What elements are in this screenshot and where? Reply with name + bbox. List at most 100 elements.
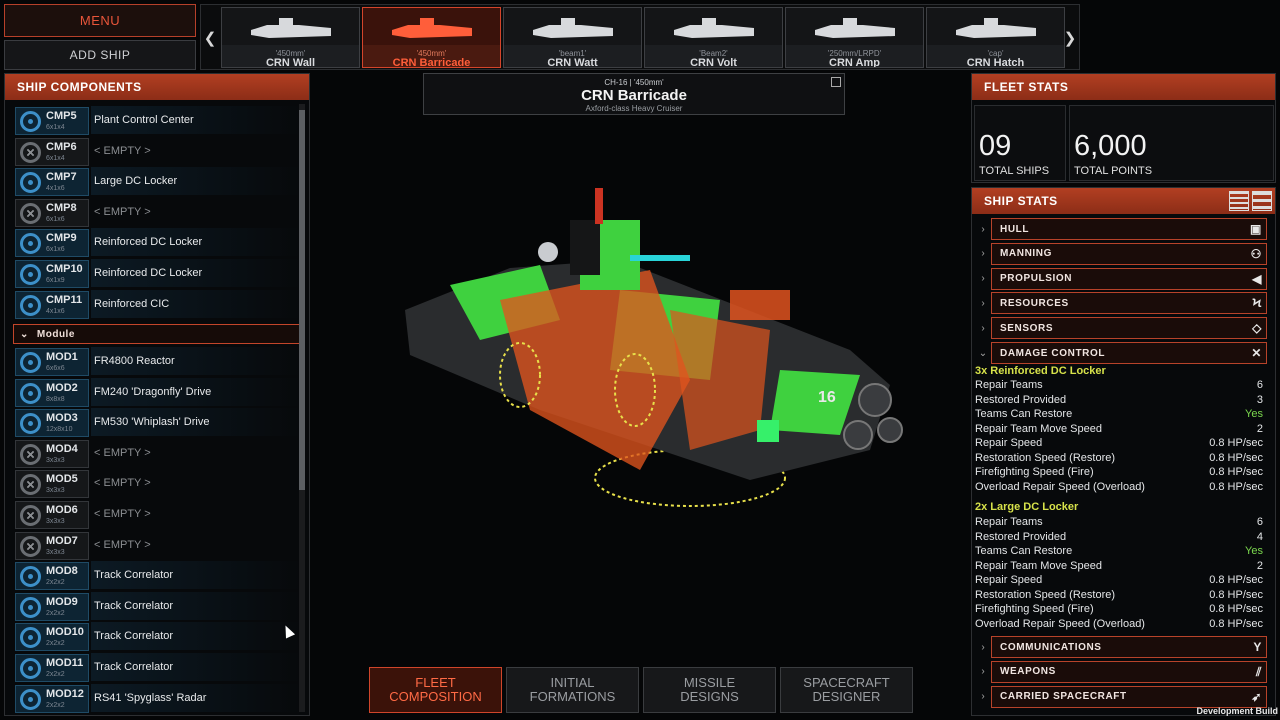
total-points-value: 6,000: [1074, 130, 1147, 162]
component-slot[interactable]: MOD6 3x3x3 < EMPTY >: [13, 500, 301, 529]
tab-initial[interactable]: INITIAL FORMATIONS: [506, 667, 639, 713]
component-slot[interactable]: MOD7 3x3x3 < EMPTY >: [13, 531, 301, 560]
component-slot[interactable]: CMP10 6x1x9 Reinforced DC Locker: [13, 259, 301, 288]
chevron-right-icon[interactable]: ›: [975, 642, 991, 653]
module-header-label: Module: [36, 328, 75, 340]
chevron-right-icon[interactable]: ›: [975, 248, 991, 259]
tab-missile[interactable]: MISSILE DESIGNS: [643, 667, 776, 713]
chevron-right-icon[interactable]: ›: [975, 273, 991, 284]
component-slot[interactable]: MOD9 2x2x2 Track Correlator: [13, 591, 301, 621]
category-bar[interactable]: Weapons ⫽: [991, 660, 1267, 683]
ship-card[interactable]: '250mm/LRPD' CRN Amp: [785, 7, 924, 68]
stat-key: Overload Repair Speed (Overload): [975, 480, 1145, 493]
stat-row: Restoration Speed (Restore) 0.8 HP/sec: [975, 452, 1263, 466]
slot-size: 12x8x10: [46, 426, 73, 434]
ship-3d-view[interactable]: 16: [390, 180, 910, 520]
slot-name: < EMPTY >: [94, 508, 151, 520]
ship-card[interactable]: '450mm' CRN Barricade: [362, 7, 501, 68]
scroll-right-arrow-icon[interactable]: ❯: [1061, 5, 1079, 71]
stat-category[interactable]: ⌄ Damage Control ✕: [975, 342, 1267, 364]
fleet-stats-panel: FLEET STATS 09 TOTAL SHIPS 6,000 TOTAL P…: [971, 73, 1276, 183]
ship-info-box: CH-16 | '450mm' CRN Barricade Axford-cla…: [423, 73, 845, 115]
add-ship-button[interactable]: ADD SHIP: [4, 40, 196, 70]
chevron-right-icon[interactable]: ›: [975, 298, 991, 309]
list-view-icon[interactable]: [1229, 191, 1249, 211]
category-bar[interactable]: Manning ⚇: [991, 242, 1267, 265]
scrollbar-thumb[interactable]: [299, 110, 305, 490]
slot-size: 6x1x6: [46, 246, 65, 254]
component-slot[interactable]: CMP6 6x1x4 < EMPTY >: [13, 137, 301, 166]
stat-value: 0.8 HP/sec: [1209, 617, 1263, 630]
popout-icon[interactable]: [831, 77, 841, 87]
component-slot[interactable]: MOD3 12x8x10 FM530 'Whiplash' Drive: [13, 408, 301, 438]
component-slot[interactable]: CMP11 4x1x6 Reinforced CIC: [13, 289, 301, 319]
ship-card[interactable]: '450mm' CRN Wall: [221, 7, 360, 68]
stat-category[interactable]: › Hull ▣: [975, 218, 1267, 240]
ship-card[interactable]: 'cap' CRN Hatch: [926, 7, 1065, 68]
tab-fleet[interactable]: FLEET COMPOSITION: [369, 667, 502, 713]
ship-card-name: CRN Volt: [690, 57, 737, 68]
chevron-right-icon[interactable]: ›: [975, 666, 991, 677]
slot-badge: CMP7 4x1x6: [15, 168, 89, 197]
component-slot[interactable]: MOD10 2x2x2 Track Correlator: [13, 622, 301, 652]
chevron-right-icon[interactable]: ›: [975, 691, 991, 702]
category-bar[interactable]: Hull ▣: [991, 218, 1267, 240]
dev-build-label: Development Build: [1196, 706, 1278, 716]
slot-size: 2x2x2: [46, 701, 65, 709]
component-slot[interactable]: MOD2 8x8x8 FM240 'Dragonfly' Drive: [13, 377, 301, 407]
tab-spacecraft[interactable]: SPACECRAFT DESIGNER: [780, 667, 913, 713]
components-scrollbar[interactable]: [299, 104, 305, 712]
stat-key: Repair Team Move Speed: [975, 422, 1102, 435]
stat-category[interactable]: › Propulsion ◀: [975, 267, 1267, 290]
ship-card[interactable]: 'Beam2' CRN Volt: [644, 7, 783, 68]
component-slot[interactable]: MOD4 3x3x3 < EMPTY >: [13, 439, 301, 468]
component-slot[interactable]: MOD1 6x6x6 FR4800 Reactor: [13, 347, 301, 376]
chevron-right-icon[interactable]: ›: [975, 224, 991, 235]
component-slot[interactable]: MOD11 2x2x2 Track Correlator: [13, 653, 301, 682]
category-bar[interactable]: Carried Spacecraft ➶: [991, 685, 1267, 708]
ship-stats-header: SHIP STATS: [972, 188, 1275, 214]
category-bar[interactable]: Sensors ◇: [991, 317, 1267, 340]
category-bar[interactable]: Propulsion ◀: [991, 267, 1267, 290]
component-slot[interactable]: MOD8 2x2x2 Track Correlator: [13, 561, 301, 591]
component-slot[interactable]: CMP5 6x1x4 Plant Control Center: [13, 106, 301, 135]
component-slot[interactable]: CMP9 6x1x6 Reinforced DC Locker: [13, 228, 301, 258]
slot-code: MOD3: [46, 412, 78, 425]
stat-category[interactable]: › Sensors ◇: [975, 317, 1267, 340]
slot-code: MOD9: [46, 595, 78, 608]
ship-card[interactable]: 'beam1' CRN Watt: [503, 7, 642, 68]
ship-components-panel: SHIP COMPONENTS CMP5 6x1x4 Plant Control C…: [4, 73, 310, 716]
component-icon: [20, 627, 41, 649]
stat-value: 2: [1256, 559, 1263, 572]
component-slot[interactable]: CMP8 6x1x6 < EMPTY >: [13, 198, 301, 227]
stat-category[interactable]: › Resources ϟ: [975, 292, 1267, 315]
slot-code: MOD11: [46, 657, 84, 669]
category-bar[interactable]: Resources ϟ: [991, 292, 1267, 315]
category-bar[interactable]: Damage Control ✕: [991, 342, 1267, 364]
slot-name: < EMPTY >: [94, 205, 151, 218]
slot-code: CMP11: [46, 293, 83, 306]
slot-code: CMP5: [46, 110, 77, 122]
detail-view-icon[interactable]: [1252, 191, 1272, 211]
chevron-right-icon[interactable]: ›: [975, 323, 991, 334]
stat-category[interactable]: › Communications Y: [975, 636, 1267, 658]
stat-row: Teams Can Restore Yes: [975, 408, 1263, 422]
stat-category[interactable]: › Weapons ⫽: [975, 660, 1267, 683]
empty-slot-icon: [20, 443, 41, 465]
stat-category[interactable]: › Carried Spacecraft ➶: [975, 685, 1267, 708]
chevron-down-icon[interactable]: ⌄: [975, 348, 991, 359]
component-slot[interactable]: MOD5 3x3x3 < EMPTY >: [13, 469, 301, 499]
chevron-down-icon[interactable]: ⌄: [20, 329, 29, 340]
stat-row: Overload Repair Speed (Overload) 0.8 HP/s…: [975, 618, 1263, 632]
lightning-icon: ϟ: [1252, 296, 1262, 311]
category-bar[interactable]: Communications Y: [991, 636, 1267, 658]
stat-category[interactable]: › Manning ⚇: [975, 242, 1267, 265]
scroll-left-arrow-icon[interactable]: ❮: [201, 5, 219, 71]
menu-button[interactable]: MENU: [4, 4, 196, 37]
module-section-header[interactable]: ⌄ Module: [13, 324, 301, 344]
empty-slot-icon: [20, 535, 41, 557]
slot-name: Plant Control Center: [91, 106, 301, 134]
component-slot[interactable]: MOD12 2x2x2 RS41 'Spyglass' Radar: [13, 683, 301, 713]
stat-key: Repair Speed: [975, 574, 1043, 586]
component-slot[interactable]: CMP7 4x1x6 Large DC Locker: [13, 167, 301, 197]
